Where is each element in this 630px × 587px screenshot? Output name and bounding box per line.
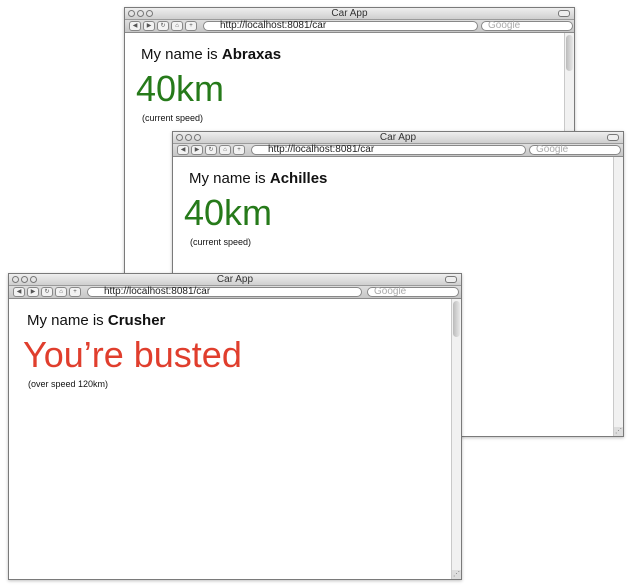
browser-toolbar: ◀ ▶ ↻ ⌂ + http://localhost:8081/car Goog… [125,20,574,33]
speed-note: (current speed) [142,113,204,123]
toolbar-toggle-icon[interactable] [445,276,457,283]
name-prefix: My name is [27,312,104,329]
reload-icon[interactable]: ↻ [205,145,217,155]
home-icon[interactable]: ⌂ [171,21,183,31]
resize-grip-icon[interactable]: ⋰ [452,570,461,579]
toolbar-toggle-icon[interactable] [558,10,570,17]
reload-icon[interactable]: ↻ [41,287,53,297]
add-bookmark-icon[interactable]: + [233,145,245,155]
forward-icon[interactable]: ▶ [27,287,39,297]
nav-buttons: ◀ ▶ ↻ ⌂ + [129,21,197,31]
name-prefix: My name is [141,46,218,63]
browser-toolbar: ◀ ▶ ↻ ⌂ + http://localhost:8081/car Goog… [9,286,461,299]
search-placeholder: Google [374,286,407,297]
car-name: Achilles [269,170,328,187]
window-controls [176,134,201,141]
minimize-window-icon[interactable] [21,276,28,283]
reload-icon[interactable]: ↻ [157,21,169,31]
url-bar[interactable]: http://localhost:8081/car [203,21,478,31]
nav-buttons: ◀ ▶ ↻ ⌂ + [177,145,245,155]
forward-icon[interactable]: ▶ [143,21,155,31]
window-controls [128,10,153,17]
speed-note: (over speed 120km) [28,379,109,389]
minimize-window-icon[interactable] [185,134,192,141]
window-title: Car App [379,132,417,143]
search-field[interactable]: Google [367,287,459,297]
window-controls [12,276,37,283]
scroll-thumb[interactable] [453,301,460,337]
search-field[interactable]: Google [529,145,621,155]
vertical-scrollbar[interactable] [613,157,623,436]
add-bookmark-icon[interactable]: + [69,287,81,297]
home-icon[interactable]: ⌂ [219,145,231,155]
maximize-window-icon[interactable] [30,276,37,283]
car-name: Abraxas [221,46,282,63]
back-icon[interactable]: ◀ [129,21,141,31]
title-bar[interactable]: Car App [125,8,574,20]
url-text: http://localhost:8081/car [268,144,375,155]
url-bar[interactable]: http://localhost:8081/car [251,145,526,155]
title-bar[interactable]: Car App [173,132,623,144]
search-placeholder: Google [536,144,569,155]
nav-buttons: ◀ ▶ ↻ ⌂ + [13,287,81,297]
browser-toolbar: ◀ ▶ ↻ ⌂ + http://localhost:8081/car Goog… [173,144,623,157]
window-title: Car App [216,274,254,285]
back-icon[interactable]: ◀ [177,145,189,155]
speed-note: (current speed) [190,237,252,247]
page-content: My name is Crusher You’re busted (over s… [9,299,451,579]
url-text: http://localhost:8081/car [220,20,327,31]
search-placeholder: Google [488,20,521,31]
speed-status: 40km [184,192,273,233]
maximize-window-icon[interactable] [146,10,153,17]
toolbar-toggle-icon[interactable] [607,134,619,141]
speed-status: You’re busted [23,334,242,375]
search-field[interactable]: Google [481,21,573,31]
name-prefix: My name is [189,170,266,187]
car-name-line: My name is Achilles [189,170,327,187]
window-title: Car App [331,8,368,19]
maximize-window-icon[interactable] [194,134,201,141]
close-window-icon[interactable] [176,134,183,141]
minimize-window-icon[interactable] [137,10,144,17]
browser-window-crusher: Car App ◀ ▶ ↻ ⌂ + http://localhost:8081/… [8,273,462,580]
resize-grip-icon[interactable]: ⋰ [614,427,623,436]
car-name-line: My name is Abraxas [141,46,281,63]
url-text: http://localhost:8081/car [104,286,211,297]
vertical-scrollbar[interactable] [451,299,461,579]
title-bar[interactable]: Car App [9,274,461,286]
forward-icon[interactable]: ▶ [191,145,203,155]
car-name-line: My name is Crusher [27,312,165,329]
url-bar[interactable]: http://localhost:8081/car [87,287,362,297]
home-icon[interactable]: ⌂ [55,287,67,297]
close-window-icon[interactable] [12,276,19,283]
speed-status: 40km [136,68,225,109]
car-name: Crusher [107,312,166,329]
add-bookmark-icon[interactable]: + [185,21,197,31]
scroll-thumb[interactable] [566,35,573,71]
close-window-icon[interactable] [128,10,135,17]
back-icon[interactable]: ◀ [13,287,25,297]
